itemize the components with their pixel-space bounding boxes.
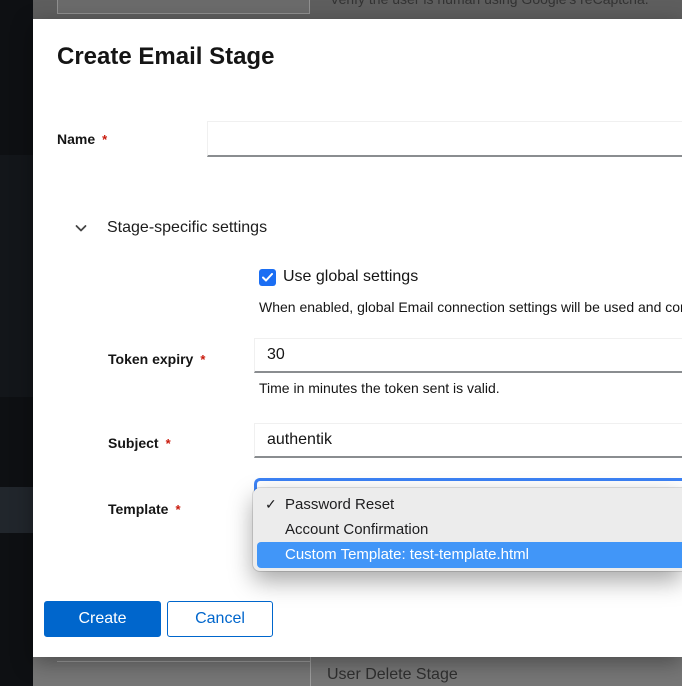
background-table-row-bottom: User Delete Stage [33,657,682,686]
background-table-row-top: Verify the user is human using Google's … [33,0,682,19]
stage-settings-group-label: Stage-specific settings [107,219,267,237]
check-icon: ✓ [265,492,277,517]
background-table-border [57,661,310,662]
checkbox-check-icon [262,273,273,282]
background-table-cell [57,0,310,14]
background-recaptcha-text: Verify the user is human using Google's … [330,0,649,7]
app-sidebar [0,0,33,686]
dropdown-option-password-reset[interactable]: ✓ Password Reset [253,492,682,517]
background-stage-name-text: User Delete Stage [327,666,458,684]
template-dropdown-popup: ✓ Password Reset Account Confirmation Cu… [253,488,682,571]
required-asterisk: * [175,502,180,517]
chevron-down-icon [74,221,88,235]
subject-input[interactable] [254,423,682,458]
name-input[interactable] [207,121,682,157]
sidebar-active-item [0,487,33,533]
token-expiry-label: Token expiry* [108,351,205,367]
required-asterisk: * [166,436,171,451]
sidebar-section [0,155,33,397]
dropdown-option-custom-template[interactable]: Custom Template: test-template.html [257,542,682,568]
name-label: Name* [57,131,107,147]
template-label: Template* [108,501,181,517]
use-global-settings-help: When enabled, global Email connection se… [259,299,682,315]
cancel-button[interactable]: Cancel [167,601,273,637]
token-expiry-input[interactable] [254,338,682,373]
dropdown-option-account-confirmation[interactable]: Account Confirmation [253,517,682,542]
required-asterisk: * [102,132,107,147]
token-expiry-help: Time in minutes the token sent is valid. [259,380,500,396]
create-email-stage-modal: Create Email Stage Name* Stage-specific … [33,19,682,657]
use-global-settings-label[interactable]: Use global settings [283,268,418,286]
use-global-settings-checkbox[interactable] [259,269,276,286]
stage-settings-group-toggle[interactable]: Stage-specific settings [74,218,267,238]
modal-title: Create Email Stage [57,43,274,71]
subject-label: Subject* [108,435,171,451]
create-button[interactable]: Create [44,601,161,637]
required-asterisk: * [200,352,205,367]
background-table-divider [310,657,311,686]
